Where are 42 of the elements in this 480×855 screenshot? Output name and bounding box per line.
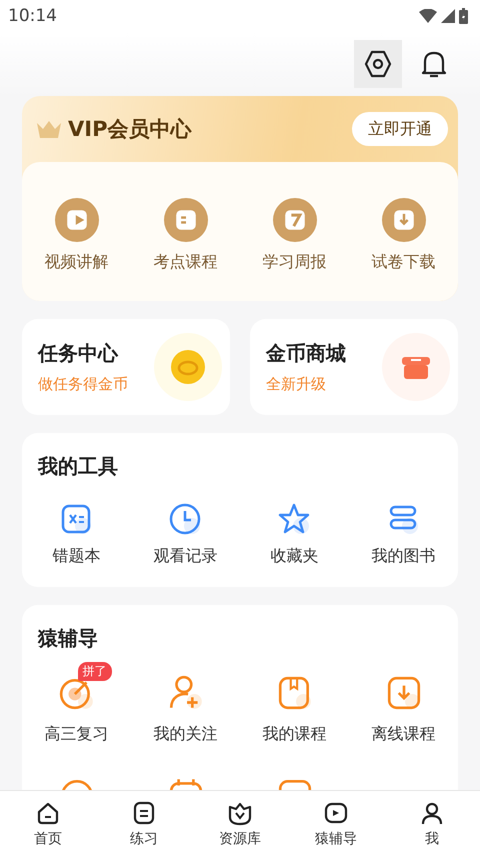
activate-button[interactable]: 立即开通 — [352, 112, 448, 146]
vip-title: VIP会员中心 — [68, 116, 192, 143]
card-icon — [164, 198, 208, 242]
vip-feature-item[interactable]: 学习周报 — [240, 198, 349, 273]
promo-subtitle: 全新升级 — [266, 375, 327, 394]
wifi-icon — [419, 9, 437, 23]
settings-icon — [363, 49, 393, 79]
tool-item[interactable]: 错题本 — [22, 502, 131, 567]
nav-tab[interactable]: 猿辅导 — [288, 791, 384, 855]
promo-card[interactable]: 金币商城 全新升级 — [250, 319, 458, 415]
promo-subtitle: 做任务得金币 — [38, 375, 128, 394]
shop-box-icon — [380, 331, 452, 403]
download-icon — [382, 198, 426, 242]
nav-tab[interactable]: 练习 — [96, 791, 192, 855]
calendar-icon — [272, 198, 316, 242]
promo-card[interactable]: 任务中心 做任务得金币 — [22, 319, 230, 415]
tutoring-item-label[interactable]: 我的课程 — [262, 724, 326, 745]
tutoring-item-label[interactable]: 离线课程 — [372, 724, 436, 745]
vip-feature-item[interactable]: 考点课程 — [131, 198, 240, 273]
section-title: 猿辅导 — [36, 625, 99, 652]
crown-icon — [36, 119, 62, 139]
promo-title: 金币商城 — [266, 340, 346, 367]
video-icon — [54, 198, 98, 242]
coin-icon — [152, 331, 224, 403]
nav-tab[interactable]: 我 — [384, 791, 480, 855]
tool-item[interactable]: 收藏夹 — [240, 502, 349, 567]
status-time: 10:14 — [8, 6, 57, 26]
nav-tab[interactable]: 资源库 — [192, 791, 288, 855]
signal-icon — [441, 9, 455, 23]
bell-icon — [420, 49, 448, 79]
nav-tab[interactable]: 首页 — [0, 791, 96, 855]
tutoring-item-label[interactable]: 高三复习 — [44, 724, 108, 745]
battery-icon — [459, 8, 468, 24]
vip-feature-item[interactable]: 视频讲解 — [22, 198, 131, 273]
tool-item[interactable]: 观看记录 — [131, 502, 240, 567]
promo-title: 任务中心 — [38, 340, 120, 367]
section-title: 我的工具 — [36, 453, 119, 480]
promo-badge: 拼了 — [78, 662, 112, 681]
tool-item[interactable]: 我的图书 — [349, 502, 458, 567]
vip-feature-item[interactable]: 试卷下载 — [349, 198, 458, 273]
tutoring-item-label[interactable]: 我的关注 — [154, 724, 218, 745]
settings-button[interactable] — [354, 40, 402, 88]
